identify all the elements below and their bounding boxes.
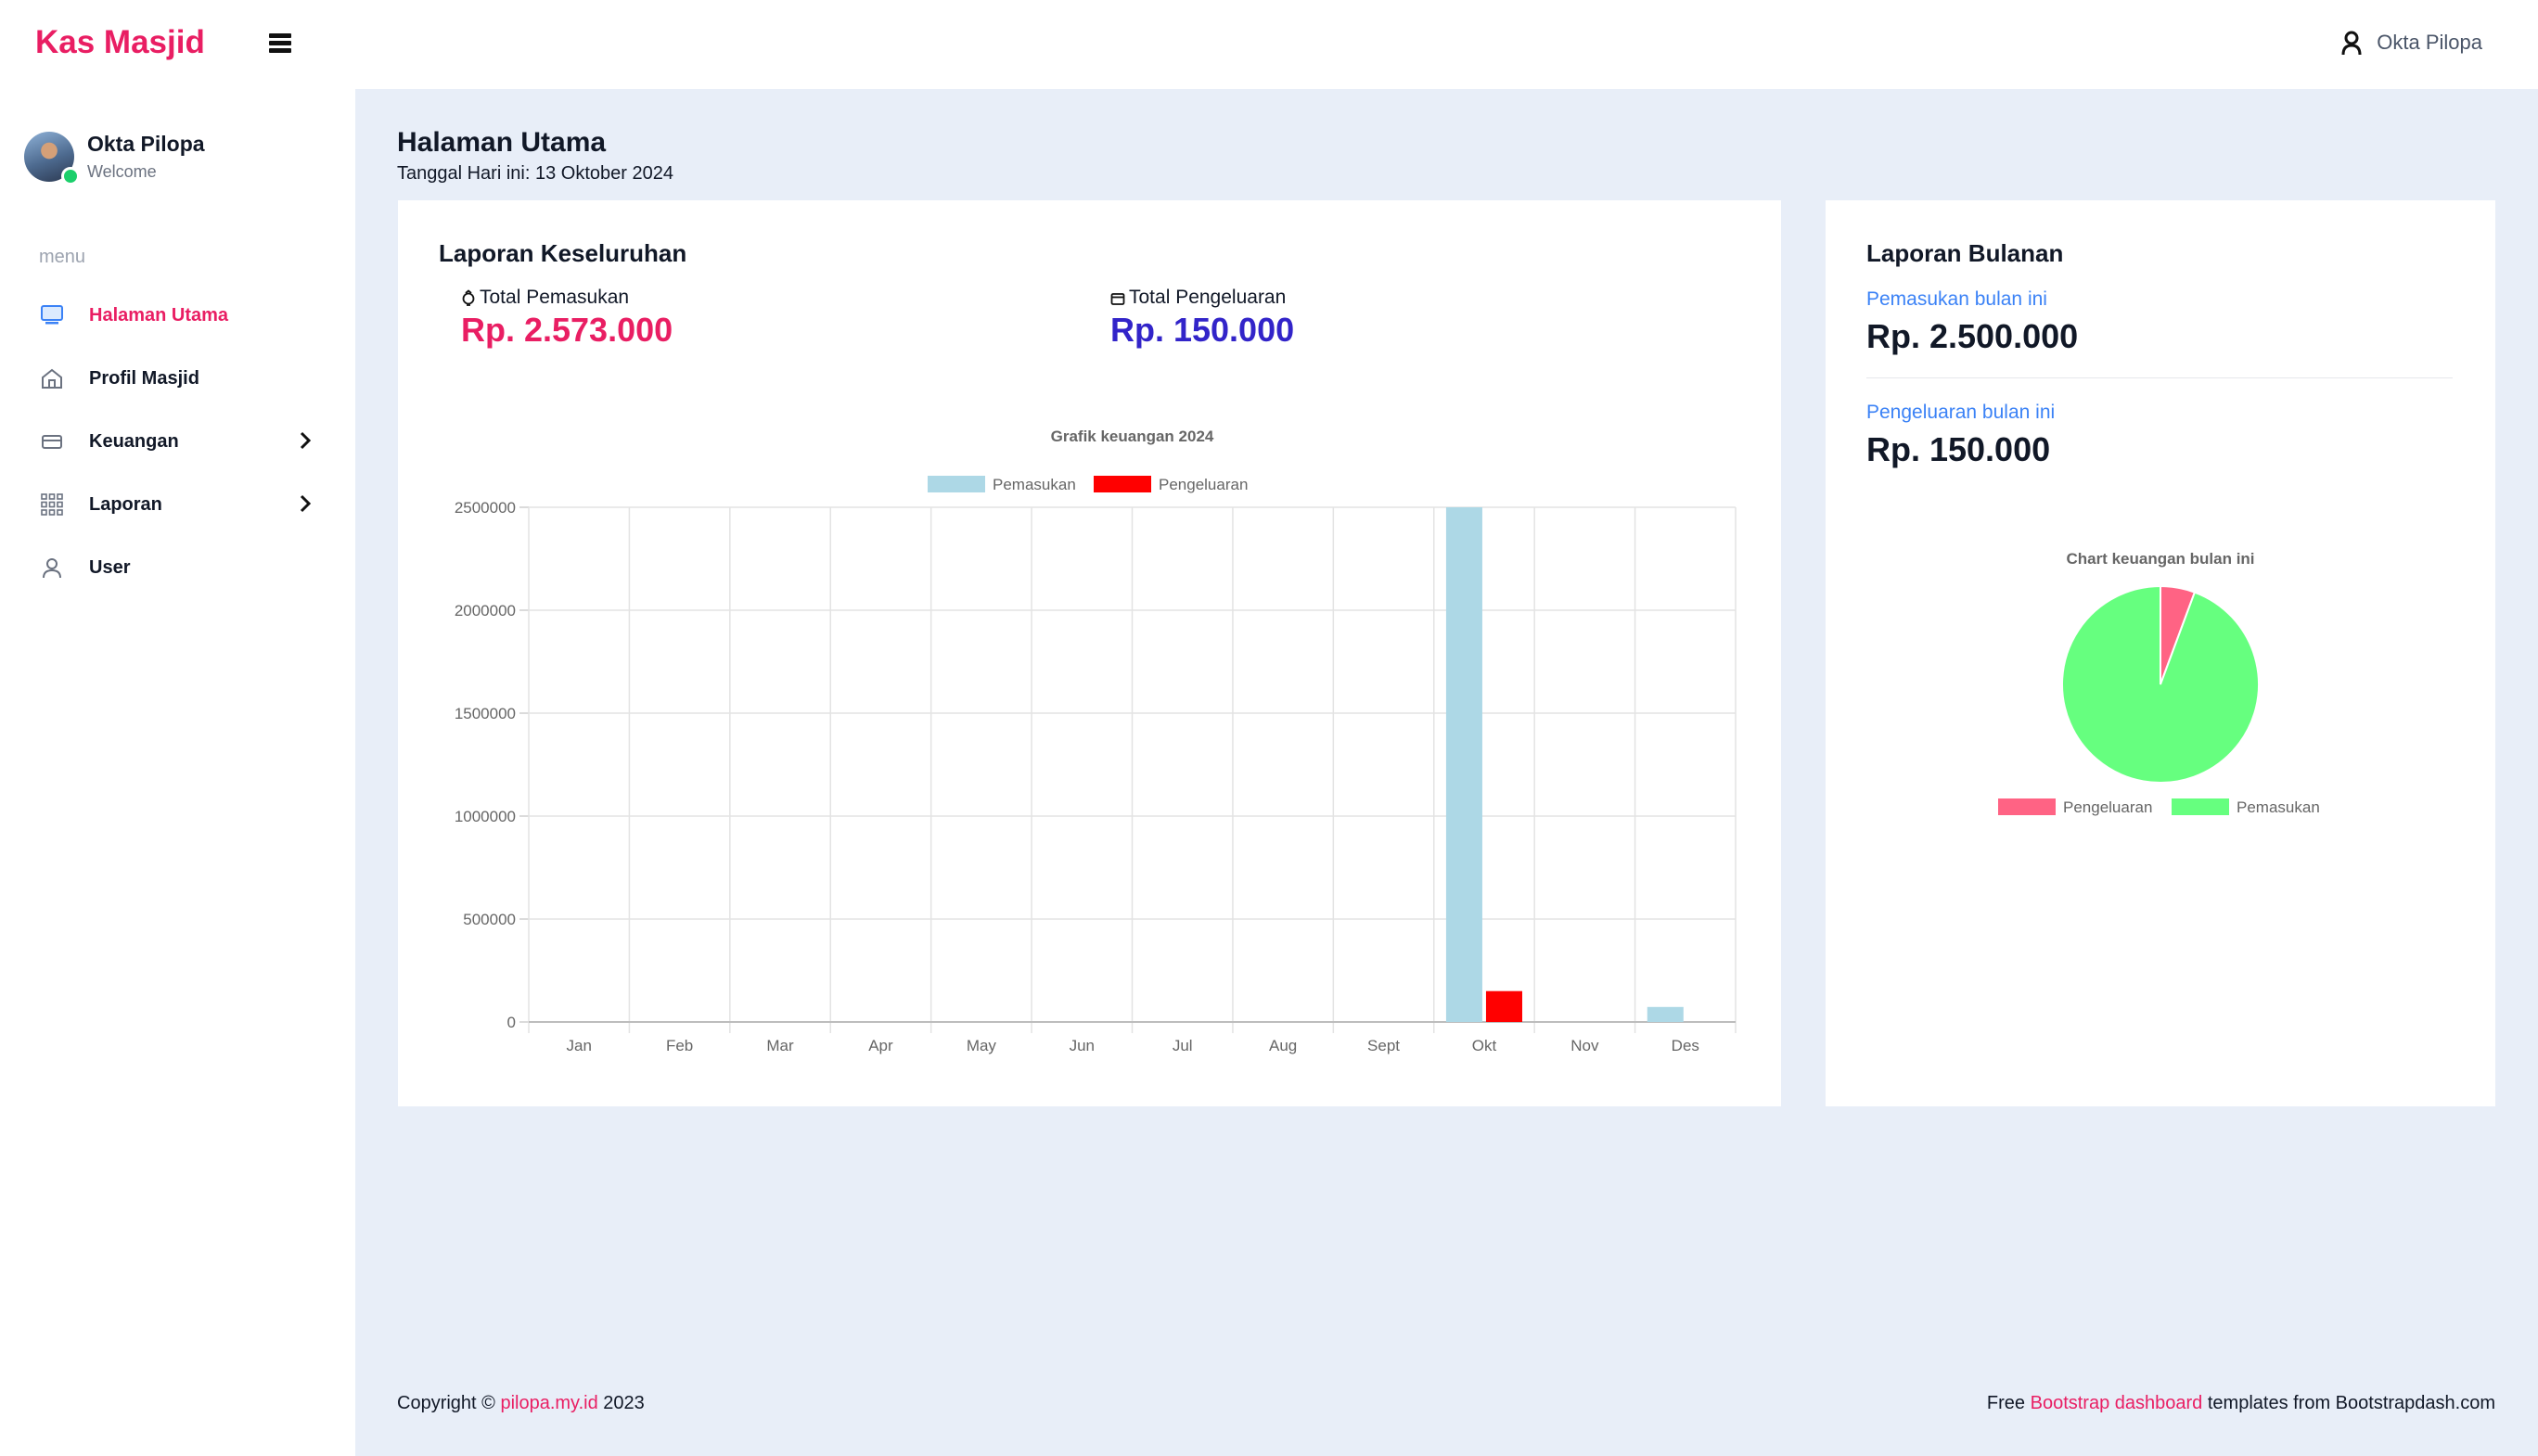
chevron-right-icon — [300, 431, 312, 450]
pie-legend-swatch — [2172, 798, 2229, 815]
footer-credit-prefix: Free — [1986, 1393, 2031, 1413]
pie-legend-swatch — [1998, 798, 2056, 815]
x-tick-label: Nov — [1570, 1037, 1599, 1054]
chevron-right-icon — [300, 494, 312, 513]
page-title: Halaman Utama — [397, 127, 607, 158]
sidebar-item-label: Halaman Utama — [89, 304, 229, 326]
grid-icon — [39, 492, 65, 517]
x-tick-label: Jan — [566, 1037, 591, 1054]
y-tick-label: 500000 — [463, 911, 516, 928]
yearly-finance-bar-chart: Grafik keuangan 2024 Pemasukan Pengeluaran… — [455, 428, 1737, 1054]
x-tick-label: Jun — [1070, 1037, 1095, 1054]
sidebar: Okta Pilopa Welcome menu Halaman Utama P… — [0, 89, 355, 1456]
top-user-name: Okta Pilopa — [2377, 31, 2482, 54]
sidebar-item-keuangan[interactable]: Keuangan — [0, 410, 355, 473]
x-tick-label: Mar — [766, 1037, 794, 1054]
profile-subtitle: Welcome — [87, 162, 157, 181]
sidebar-item-laporan[interactable]: Laporan — [0, 473, 355, 536]
bar-pengeluaran-okt — [1485, 990, 1522, 1022]
online-status-dot — [61, 167, 80, 185]
y-tick-label: 2500000 — [455, 499, 516, 517]
home-icon — [39, 365, 65, 391]
user-dropdown[interactable]: Okta Pilopa — [2341, 30, 2482, 56]
user-icon — [39, 555, 65, 581]
menu-heading: menu — [39, 247, 86, 267]
avatar — [24, 132, 80, 185]
y-tick-label: 1500000 — [455, 705, 516, 722]
brand-logo[interactable]: Kas Masjid — [35, 24, 205, 61]
footer-copyright-prefix: Copyright © — [397, 1393, 501, 1413]
sidebar-item-label: User — [89, 556, 131, 578]
page-date: Tanggal Hari ini: 13 Oktober 2024 — [397, 163, 673, 184]
sidebar-item-user[interactable]: User — [0, 536, 355, 599]
pie-slice-pemasukan — [2061, 584, 2260, 784]
bar-pemasukan-okt — [1445, 507, 1482, 1022]
menu-toggle-icon[interactable] — [269, 33, 291, 56]
monthly-finance-pie-chart: Chart keuangan bulan ini Pengeluaran Pemas… — [1998, 550, 2320, 816]
y-tick-label: 2000000 — [455, 602, 516, 619]
footer-copyright-suffix: 2023 — [597, 1393, 645, 1413]
chart-title: Grafik keuangan 2024 — [1051, 428, 1214, 445]
footer-credit: Free Bootstrap dashboard templates from … — [1987, 1393, 2495, 1414]
x-tick-label: Feb — [666, 1037, 693, 1054]
pie-legend-label: Pemasukan — [2237, 798, 2320, 816]
profile-name: Okta Pilopa — [87, 132, 205, 156]
pie-title: Chart keuangan bulan ini — [2066, 550, 2254, 568]
y-tick-label: 0 — [507, 1014, 516, 1031]
x-tick-label: Sept — [1367, 1037, 1400, 1054]
x-tick-label: May — [967, 1037, 997, 1054]
x-tick-label: Jul — [1173, 1037, 1193, 1054]
top-navbar: Kas Masjid Okta Pilopa — [0, 0, 2538, 89]
x-tick-label: Apr — [868, 1037, 893, 1054]
bar-pemasukan-des — [1647, 1006, 1684, 1022]
pie-legend-label: Pengeluaran — [2063, 798, 2152, 816]
monthly-report-card: Laporan Bulanan Pemasukan bulan ini Rp. … — [1826, 200, 2495, 1106]
overview-card: Laporan Keseluruhan Total Pemasukan Rp. … — [398, 200, 1781, 1106]
sidebar-item-label: Laporan — [89, 493, 162, 515]
x-tick-label: Aug — [1269, 1037, 1297, 1054]
user-icon — [2341, 31, 2362, 56]
sidebar-nav: Halaman Utama Profil Masjid Keuangan Lap… — [0, 284, 355, 599]
footer-copyright: Copyright © pilopa.my.id 2023 — [397, 1393, 645, 1414]
credit-card-icon — [39, 428, 65, 454]
monitor-icon — [39, 302, 65, 328]
legend-swatch — [928, 476, 985, 492]
sidebar-item-profil-masjid[interactable]: Profil Masjid — [0, 347, 355, 410]
x-tick-label: Okt — [1472, 1037, 1497, 1054]
footer-credit-suffix: templates from Bootstrapdash.com — [2202, 1393, 2495, 1413]
legend-label: Pemasukan — [993, 476, 1076, 493]
sidebar-item-label: Profil Masjid — [89, 367, 199, 389]
legend-label: Pengeluaran — [1159, 476, 1248, 493]
x-tick-label: Des — [1672, 1037, 1699, 1054]
sidebar-item-halaman-utama[interactable]: Halaman Utama — [0, 284, 355, 347]
sidebar-item-label: Keuangan — [89, 430, 179, 452]
legend-swatch — [1094, 476, 1151, 492]
sidebar-profile[interactable]: Okta Pilopa Welcome — [24, 132, 205, 185]
footer-bootstrap-link[interactable]: Bootstrap dashboard — [2031, 1393, 2203, 1413]
y-tick-label: 1000000 — [455, 808, 516, 825]
footer-site-link[interactable]: pilopa.my.id — [500, 1393, 597, 1413]
